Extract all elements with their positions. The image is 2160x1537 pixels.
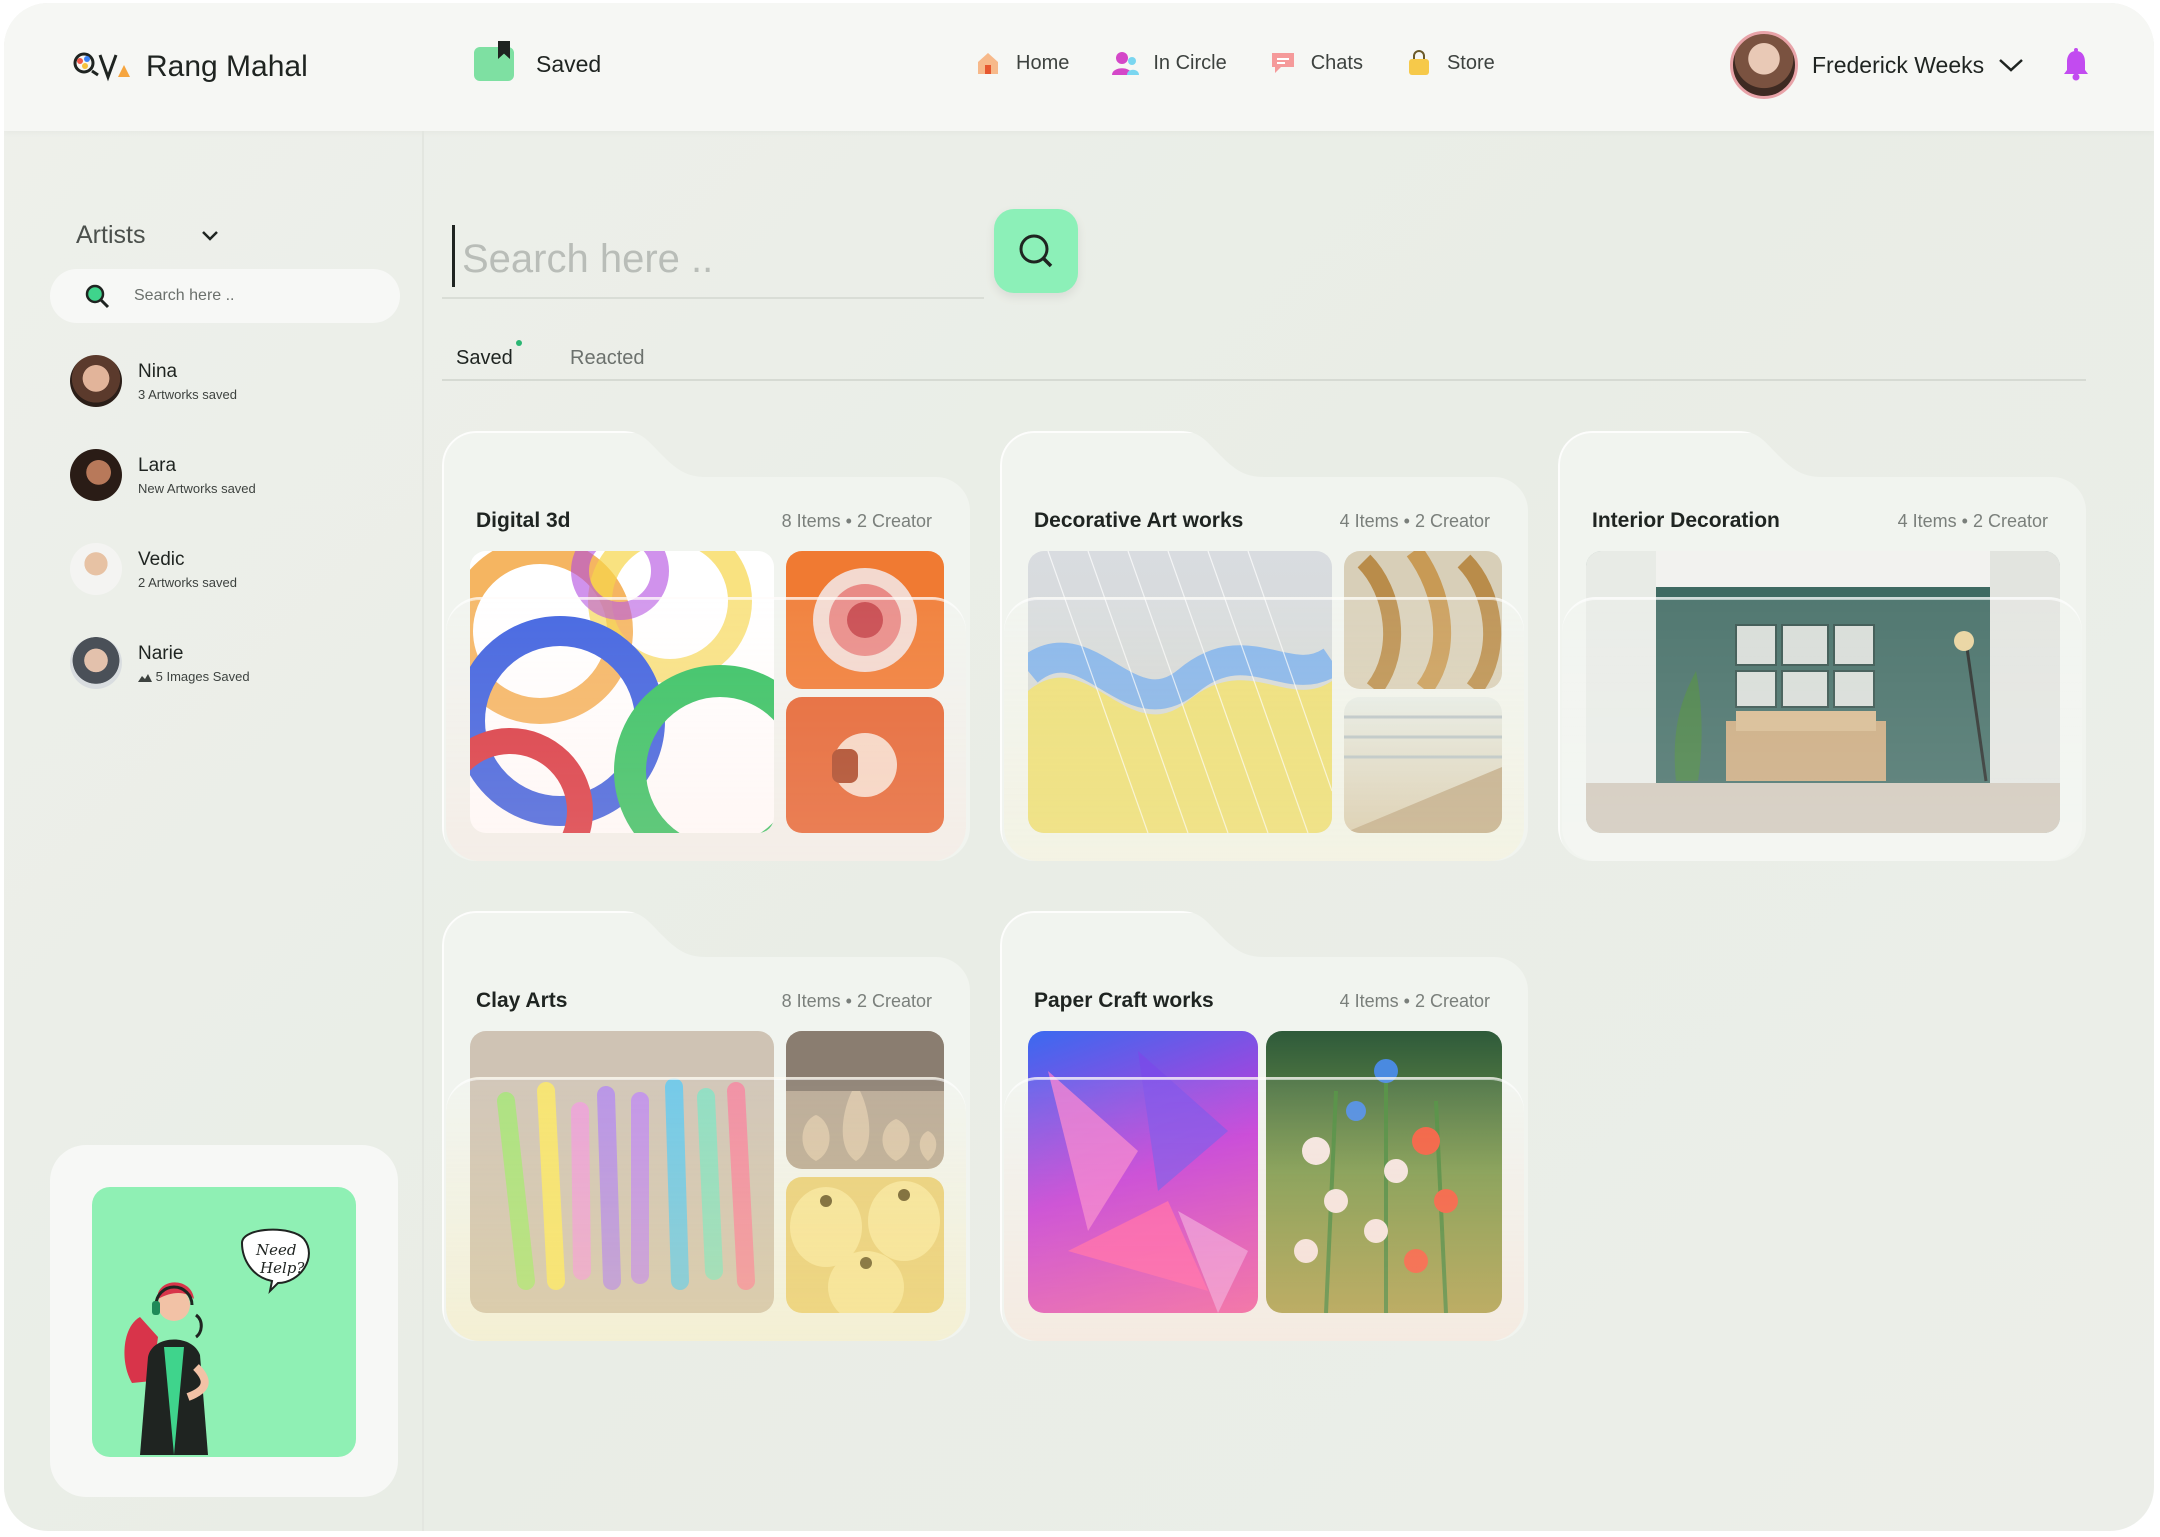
saved-folder-icon (474, 47, 514, 81)
home-icon (978, 53, 998, 74)
folder-title: Interior Decoration (1592, 509, 1780, 532)
folder-glass-overlay (1004, 1077, 1524, 1341)
folder-card-clay-arts[interactable]: Clay Arts 8 Items • 2 Creator (442, 911, 970, 1341)
nav-in-circle-label: In Circle (1153, 51, 1227, 74)
bag-icon (1408, 50, 1429, 75)
search-icon (1019, 234, 1053, 268)
folder-title: Paper Craft works (1034, 989, 1214, 1012)
active-tab-indicator (516, 340, 522, 346)
chevron-down-icon (202, 230, 219, 241)
chevron-down-icon (1999, 59, 2023, 72)
artist-subtitle-row: 5 Images Saved (138, 669, 250, 684)
folder-card-digital-3d[interactable]: Digital 3d 8 Items • 2 Creator (442, 431, 970, 861)
support-agent-illustration-icon: Need Help? (124, 1228, 310, 1455)
folder-glass-overlay (446, 1077, 966, 1341)
notification-bell-icon[interactable] (2062, 48, 2090, 82)
avatar (70, 449, 122, 501)
sidebar: Artists Nina 3 Artworks saved Lara New (4, 131, 424, 1531)
artist-search-box (50, 269, 400, 323)
artist-name: Nina (138, 360, 178, 382)
help-text-need: Need (255, 1241, 296, 1259)
rang-mahal-logo-icon (73, 52, 130, 82)
help-text-help: Help? (259, 1259, 305, 1277)
current-section: Saved (474, 47, 601, 81)
image-icon (138, 673, 152, 682)
folder-meta: 4 Items • 2 Creator (1339, 511, 1490, 531)
artist-subtitle: 5 Images Saved (155, 668, 250, 684)
chat-icon (1271, 53, 1294, 73)
folder-meta: 8 Items • 2 Creator (781, 991, 932, 1011)
nav-home[interactable]: Home (974, 49, 1069, 77)
artist-item-lara[interactable]: Lara New Artworks saved (70, 449, 256, 501)
people-icon (1112, 52, 1140, 75)
artist-subtitle: 3 Artworks saved (138, 386, 237, 402)
avatar (70, 637, 122, 689)
artist-name: Narie (138, 642, 184, 664)
brand-name: Rang Mahal (146, 50, 308, 83)
artist-search-input[interactable] (132, 286, 376, 306)
main-search-bar (442, 211, 984, 299)
search-button[interactable] (994, 209, 1078, 293)
user-name: Frederick Weeks (1812, 51, 1985, 78)
nav-in-circle[interactable]: In Circle (1111, 49, 1227, 77)
artist-subtitle: 2 Artworks saved (138, 574, 237, 590)
nav-chats[interactable]: Chats (1269, 49, 1363, 77)
artist-item-narie[interactable]: Narie 5 Images Saved (70, 637, 250, 689)
folder-meta: 4 Items • 2 Creator (1897, 511, 2048, 531)
folder-title: Decorative Art works (1034, 509, 1244, 532)
text-cursor (452, 225, 455, 287)
tab-reacted[interactable]: Reacted (570, 347, 645, 370)
tab-saved[interactable]: Saved (456, 347, 513, 370)
nav-home-label: Home (1016, 51, 1070, 74)
nav-store[interactable]: Store (1405, 49, 1495, 77)
main-nav: Home In Circle Chats Store (974, 49, 1495, 77)
section-title: Saved (536, 50, 602, 77)
nav-chats-label: Chats (1310, 51, 1363, 74)
search-icon (85, 284, 110, 309)
folder-card-interior-decoration[interactable]: Interior Decoration 4 Items • 2 Creator (1558, 431, 2086, 861)
user-avatar (1730, 31, 1798, 99)
help-illustration: Need Help? (92, 1187, 356, 1457)
artist-name: Lara (138, 454, 177, 476)
artist-name: Vedic (138, 548, 185, 570)
app-window: Rang Mahal Saved Home In Circle Chats St… (4, 3, 2154, 1531)
help-card[interactable]: Need Help? (50, 1145, 398, 1497)
folder-glass-overlay (1562, 597, 2082, 861)
main-search-input[interactable] (460, 233, 964, 285)
top-bar: Rang Mahal Saved Home In Circle Chats St… (4, 3, 2154, 131)
folder-title: Clay Arts (476, 989, 568, 1012)
folder-card-decorative-art-works[interactable]: Decorative Art works 4 Items • 2 Creator (1000, 431, 1528, 861)
artist-item-vedic[interactable]: Vedic 2 Artworks saved (70, 543, 237, 595)
folder-glass-overlay (446, 597, 966, 861)
avatar (70, 543, 122, 595)
user-menu[interactable]: Frederick Weeks (1730, 31, 2024, 99)
brand-logo[interactable]: Rang Mahal (72, 47, 308, 87)
folder-title: Digital 3d (476, 509, 571, 532)
folder-meta: 8 Items • 2 Creator (781, 511, 932, 531)
folder-meta: 4 Items • 2 Creator (1339, 991, 1490, 1011)
artists-filter-label: Artists (76, 221, 146, 249)
artists-filter-dropdown[interactable]: Artists (76, 221, 219, 250)
folder-card-paper-craft-works[interactable]: Paper Craft works 4 Items • 2 Creator (1000, 911, 1528, 1341)
saved-tabs: Saved Reacted (442, 340, 2086, 381)
avatar (70, 355, 122, 407)
artist-subtitle: New Artworks saved (138, 480, 256, 496)
nav-store-label: Store (1446, 51, 1495, 74)
artist-item-nina[interactable]: Nina 3 Artworks saved (70, 355, 237, 407)
folder-glass-overlay (1004, 597, 1524, 861)
